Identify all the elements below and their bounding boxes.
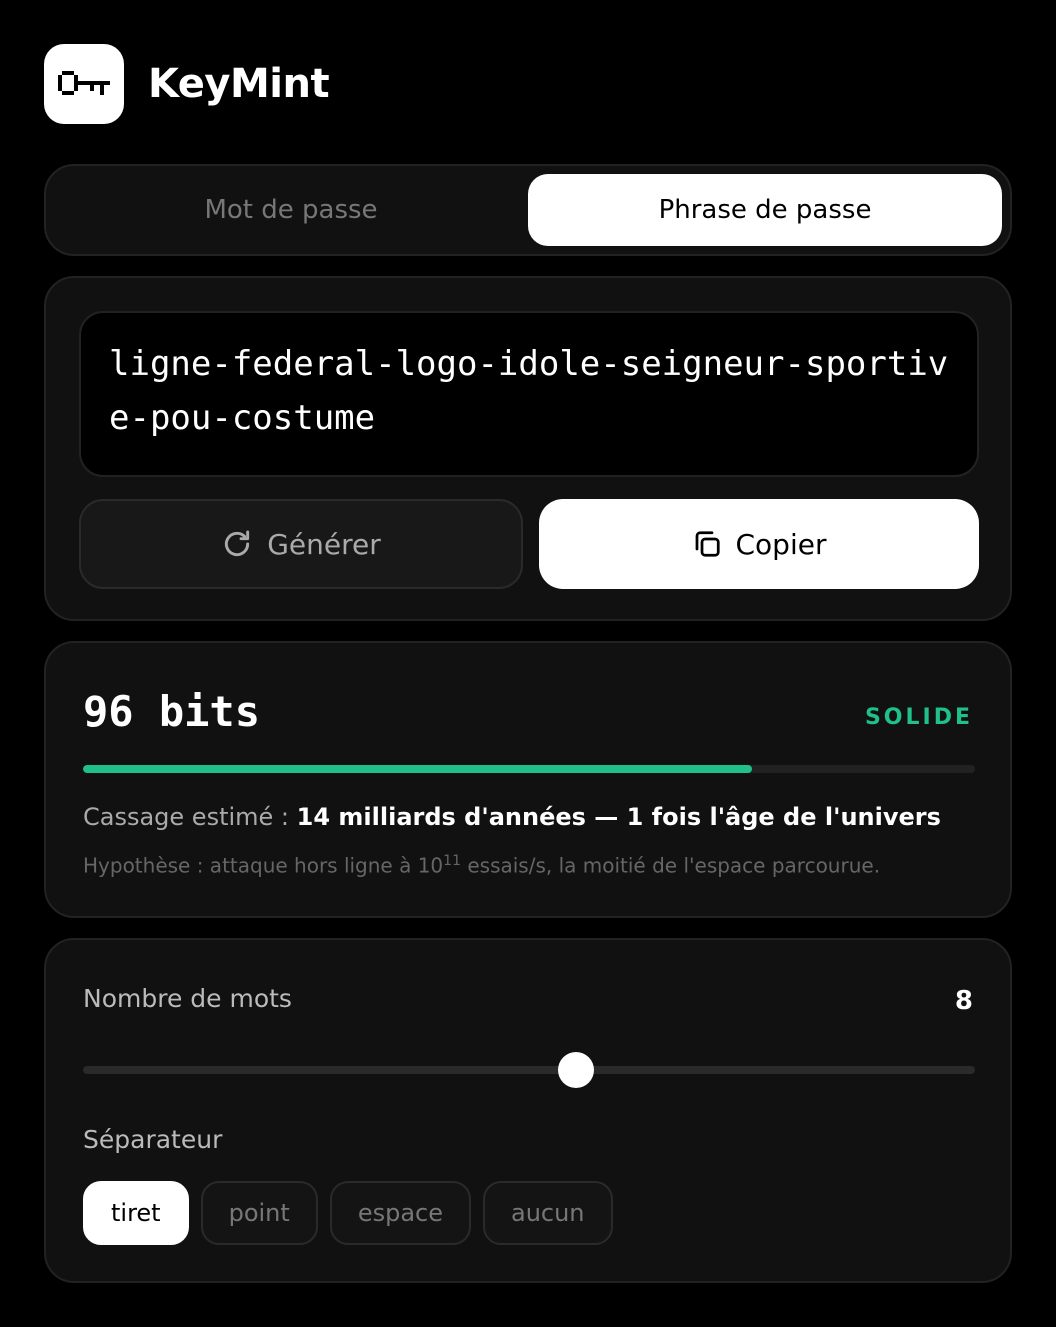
refresh-icon (225, 530, 250, 557)
separator-option-tiret[interactable]: tiret (83, 1181, 189, 1245)
strength-meter-fill (83, 765, 752, 773)
word-count-value: 8 (954, 986, 973, 1016)
key-logo-icon (44, 44, 124, 124)
app-header: KeyMint (44, 44, 330, 124)
crack-time: Cassage estimé : 14 milliards d'années —… (83, 803, 941, 831)
app-title: KeyMint (148, 61, 330, 107)
hypothesis-text-end: essais/s, la moitié de l'espace parcouru… (460, 853, 881, 878)
separator-option-point[interactable]: point (200, 1181, 318, 1245)
strength-card: 96 bits SOLIDE Cassage estimé : 14 milli… (44, 641, 1012, 918)
generator-card: ligne-federal-logo-idole-seigneur-sporti… (44, 276, 1012, 621)
word-count-label: Nombre de mots (83, 984, 292, 1013)
crack-time-value: 14 milliards d'années — 1 fois l'âge de … (296, 803, 941, 831)
separator-option-aucun[interactable]: aucun (482, 1181, 613, 1245)
separator-options: tiret point espace aucun (83, 1181, 613, 1245)
mode-tabs: Mot de passe Phrase de passe (44, 164, 1012, 256)
crack-time-label: Cassage estimé : (83, 803, 290, 831)
hypothesis-note: Hypothèse : attaque hors ligne à 1011 es… (83, 853, 880, 878)
generated-passphrase[interactable]: ligne-federal-logo-idole-seigneur-sporti… (79, 311, 979, 477)
copy-button-label: Copier (735, 527, 827, 561)
key-icon (58, 71, 110, 95)
settings-card: Nombre de mots 8 Séparateur tiret point … (44, 938, 1012, 1283)
slider-thumb[interactable] (558, 1052, 595, 1088)
separator-label: Séparateur (83, 1125, 223, 1154)
tab-passphrase[interactable]: Phrase de passe (528, 174, 1002, 246)
entropy-bits: 96 bits (83, 687, 261, 736)
copy-button[interactable]: Copier (539, 499, 979, 589)
separator-option-espace[interactable]: espace (329, 1181, 471, 1245)
generate-button[interactable]: Générer (79, 499, 523, 589)
strength-level: SOLIDE (864, 705, 973, 730)
hypothesis-text: Hypothèse : attaque hors ligne à 10 (83, 853, 444, 878)
word-count-slider[interactable] (83, 1052, 975, 1088)
generate-button-label: Générer (267, 527, 381, 561)
hypothesis-exponent: 11 (443, 853, 461, 869)
tab-password[interactable]: Mot de passe (54, 174, 528, 246)
strength-meter (83, 765, 975, 773)
copy-icon (695, 531, 720, 557)
